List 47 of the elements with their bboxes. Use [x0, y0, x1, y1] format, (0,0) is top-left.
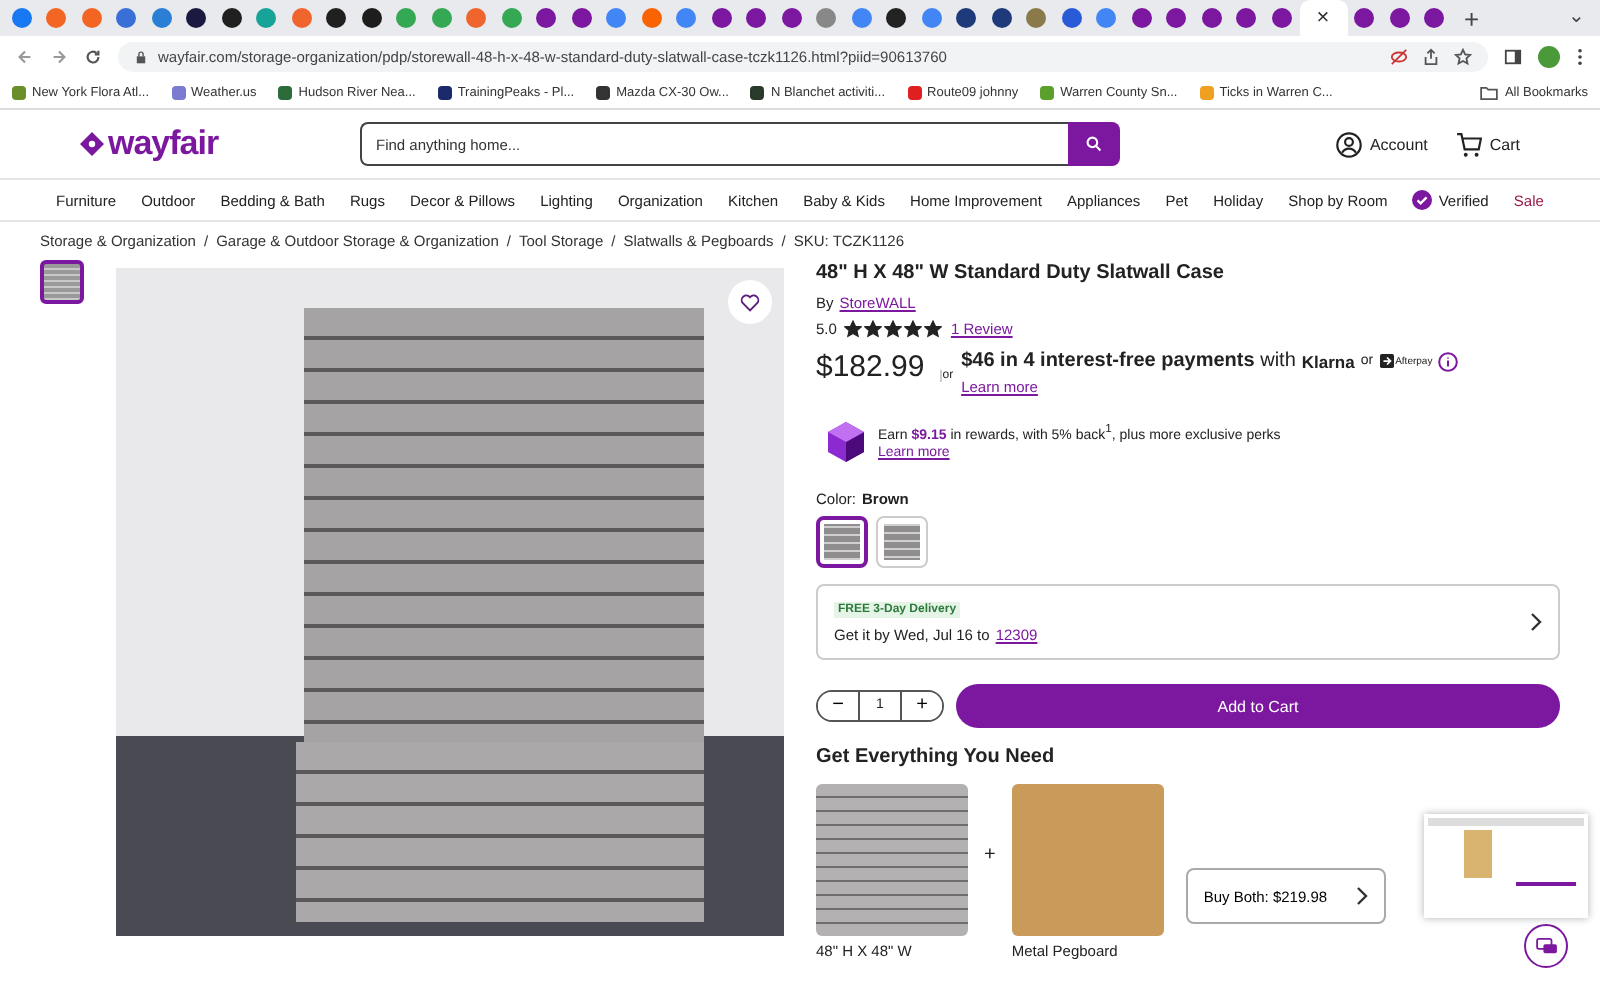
color-swatch[interactable] — [816, 516, 868, 568]
chat-bubbles-icon — [1535, 937, 1557, 955]
heart-icon — [740, 293, 760, 311]
account-link[interactable]: Account — [1335, 131, 1428, 157]
add-to-cart-button[interactable]: Add to Cart — [956, 684, 1560, 728]
search-icon — [1086, 136, 1102, 152]
verified-badge-icon — [1412, 190, 1433, 210]
chat-button[interactable] — [1524, 924, 1568, 968]
profile-avatar-icon — [1538, 45, 1560, 67]
star-filled-icon — [904, 320, 923, 338]
hexagon-badge-icon — [826, 420, 866, 464]
price: $182.99 — [816, 350, 925, 384]
favorite-button[interactable] — [728, 280, 772, 324]
logo-text: wayfair — [108, 124, 219, 164]
logo-mark-icon — [80, 132, 104, 156]
chevron-right-icon — [1355, 886, 1368, 906]
star-outline-icon — [1454, 47, 1472, 65]
close-tab-button[interactable]: × — [1316, 7, 1330, 29]
lock-icon — [134, 49, 148, 63]
new-tab-button[interactable]: + — [1464, 5, 1480, 31]
product-title: 48" H X 48" W Standard Duty Slatwall Case — [816, 262, 1226, 284]
cart-link[interactable]: Cart — [1455, 131, 1520, 157]
klarna-logo: Klarna — [1301, 351, 1355, 371]
info-icon — [1438, 351, 1459, 371]
star-filled-icon — [884, 320, 903, 338]
user-icon — [1335, 131, 1362, 157]
search-button[interactable] — [1068, 122, 1120, 166]
plus-sign: + — [984, 844, 996, 866]
afterpay-mark-icon — [1379, 354, 1394, 368]
tab-menu-button[interactable]: ⌄ — [1568, 8, 1584, 28]
folder-icon — [1480, 85, 1499, 99]
cart-icon — [1455, 131, 1482, 157]
chevron-right-icon — [1530, 612, 1542, 632]
reload-icon — [84, 47, 102, 65]
installment-text: $46 in 4 interest-free payments with — [961, 350, 1296, 372]
more-menu-icon — [1576, 47, 1584, 65]
star-filled-icon — [844, 320, 863, 338]
thumbnail-image[interactable] — [40, 260, 84, 304]
share-icon — [1422, 47, 1440, 65]
star-filled-icon — [924, 320, 943, 338]
browser-tab[interactable]: × — [1299, 0, 1347, 36]
eye-slash-icon — [1390, 47, 1408, 65]
back-icon — [16, 47, 34, 65]
section-heading: Get Everything You Need — [816, 746, 1057, 768]
sidebar-icon — [1504, 47, 1522, 65]
forward-icon — [50, 47, 68, 65]
star-filled-icon — [864, 320, 883, 338]
